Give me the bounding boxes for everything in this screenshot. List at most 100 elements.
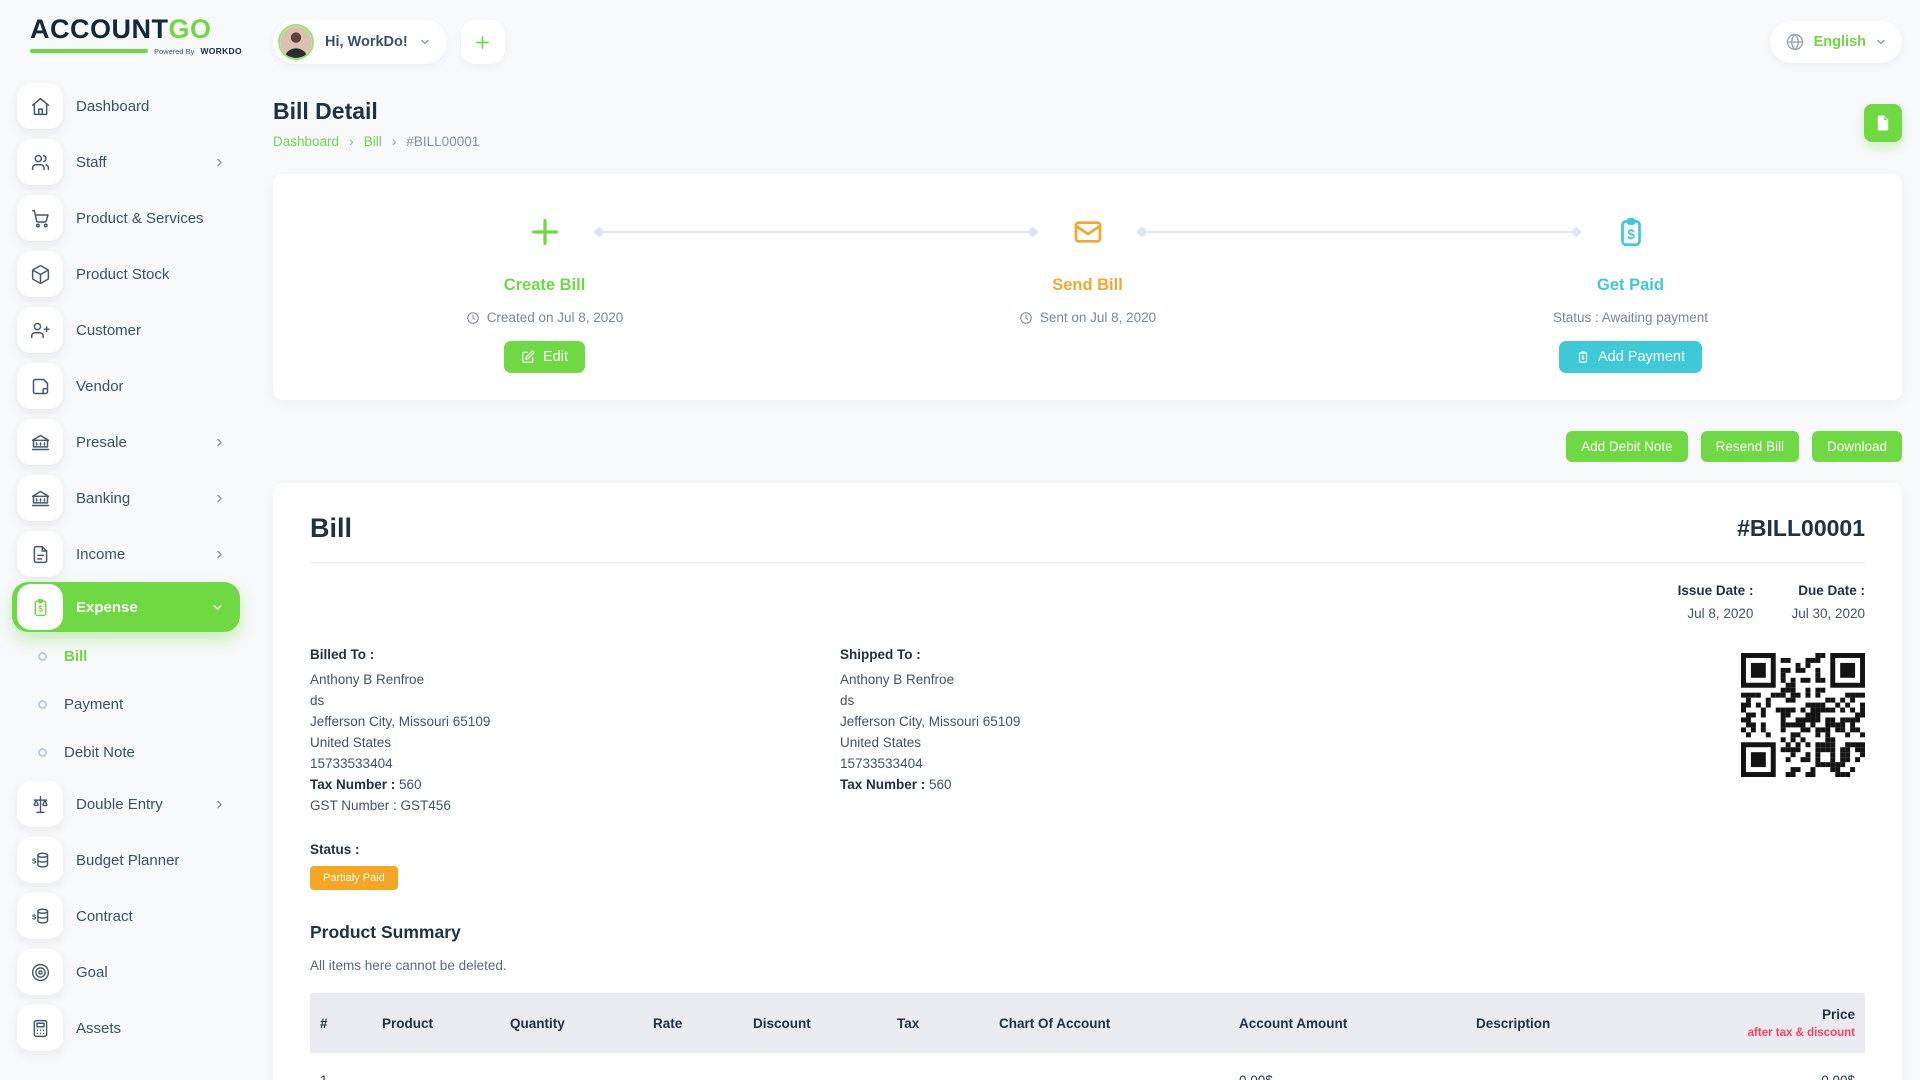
bullet-icon — [38, 652, 47, 661]
clipboard-dollar-icon: $ — [17, 584, 63, 630]
file-text-icon — [17, 531, 63, 577]
language-label: English — [1814, 34, 1866, 50]
step-create-bill: Create Bill Created on Jul 8, 2020 Edit — [273, 174, 816, 400]
language-selector[interactable]: English — [1770, 21, 1902, 63]
clock-icon — [1019, 311, 1033, 325]
status-badge: Partialy Paid — [310, 866, 398, 890]
col-account-amount: Account Amount — [1229, 993, 1466, 1053]
col-discount: Discount — [743, 993, 887, 1053]
shipped-to-block: Shipped To : Anthony B Renfroe ds Jeffer… — [840, 647, 1741, 816]
brand-underline — [30, 49, 148, 53]
due-date: Due Date : Jul 30, 2020 — [1791, 583, 1865, 621]
avatar — [278, 24, 314, 60]
sidebar-item-double-entry[interactable]: Double Entry — [0, 776, 250, 832]
table-header-row: # Product Quantity Rate Discount Tax Cha… — [310, 993, 1865, 1053]
billed-to-block: Billed To : Anthony B Renfroe ds Jeffers… — [310, 647, 840, 816]
sidebar-item-dashboard[interactable]: Dashboard — [0, 78, 250, 134]
globe-icon — [1785, 32, 1805, 52]
step-connector — [1142, 231, 1577, 233]
bill-card: Bill #BILL00001 Issue Date : Jul 8, 2020… — [273, 483, 1902, 1080]
sidebar-item-staff[interactable]: Staff — [0, 134, 250, 190]
sidebar-subitem-payment[interactable]: Payment — [0, 680, 250, 728]
sidebar-item-contract[interactable]: $ Contract — [0, 888, 250, 944]
sidebar-item-budget-planner[interactable]: $ Budget Planner — [0, 832, 250, 888]
clipboard-dollar-icon: $ — [1614, 208, 1648, 256]
bill-actions: Add Debit Note Resend Bill Download — [273, 431, 1902, 462]
breadcrumb-dashboard[interactable]: Dashboard — [273, 134, 339, 149]
note-icon — [17, 363, 63, 409]
svg-text:$: $ — [31, 856, 36, 865]
col-index: # — [310, 993, 372, 1053]
sidebar-item-presale[interactable]: Presale — [0, 414, 250, 470]
calculator-icon — [17, 1005, 63, 1051]
table-row: 1 - - - - - - 0.00$ - 0.00$ — [310, 1053, 1865, 1080]
download-button[interactable]: Download — [1812, 431, 1902, 462]
svg-text:$: $ — [1582, 356, 1585, 362]
chevron-right-icon — [213, 798, 226, 811]
bullet-icon — [38, 748, 47, 757]
product-table: # Product Quantity Rate Discount Tax Cha… — [310, 993, 1865, 1080]
cart-icon — [17, 195, 63, 241]
breadcrumb-bill[interactable]: Bill — [364, 134, 382, 149]
sidebar-item-expense[interactable]: $ Expense — [12, 582, 240, 632]
bank-icon — [17, 419, 63, 465]
quick-add-button[interactable] — [461, 20, 505, 64]
sidebar-subitem-bill[interactable]: Bill — [0, 632, 250, 680]
qr-code — [1741, 653, 1865, 777]
bill-heading: Bill — [310, 513, 352, 544]
step-info: Status : Awaiting payment — [1553, 310, 1708, 325]
resend-bill-button[interactable]: Resend Bill — [1701, 431, 1799, 462]
col-product: Product — [372, 993, 500, 1053]
app: ACCOUNTGO Powered By WORKDO Dashboard St… — [0, 0, 1920, 1080]
sidebar-subitem-debit-note[interactable]: Debit Note — [0, 728, 250, 776]
sidebar-item-product-services[interactable]: Product & Services — [0, 190, 250, 246]
sidebar-item-goal[interactable]: Goal — [0, 944, 250, 1000]
sidebar-menu: Dashboard Staff Product & Services Produ… — [0, 78, 250, 1056]
plus-icon — [528, 208, 562, 256]
step-info: Sent on Jul 8, 2020 — [1040, 310, 1156, 325]
sidebar-item-assets[interactable]: Assets — [0, 1000, 250, 1056]
user-plus-icon — [17, 307, 63, 353]
breadcrumb-separator: › — [349, 133, 354, 149]
edit-bill-button[interactable]: Edit — [504, 341, 585, 373]
svg-text:$: $ — [1627, 227, 1635, 242]
bill-number: #BILL00001 — [1737, 515, 1865, 542]
bullet-icon — [38, 700, 47, 709]
add-debit-note-button[interactable]: Add Debit Note — [1566, 431, 1688, 462]
chevron-right-icon — [213, 156, 226, 169]
clock-icon — [466, 311, 480, 325]
chevron-right-icon — [213, 492, 226, 505]
breadcrumb-current: #BILL00001 — [406, 134, 479, 149]
sidebar-item-vendor[interactable]: Vendor — [0, 358, 250, 414]
greeting-label: Hi, WorkDo! — [325, 34, 408, 50]
users-icon — [17, 139, 63, 185]
mail-icon — [1072, 208, 1104, 256]
col-quantity: Quantity — [500, 993, 643, 1053]
brand-logo[interactable]: ACCOUNTGO Powered By WORKDO — [0, 14, 250, 56]
sidebar-item-income[interactable]: Income — [0, 526, 250, 582]
price-note: after tax & discount — [1714, 1027, 1855, 1039]
main: Hi, WorkDo! English Bill Detail Dashboar… — [250, 0, 1920, 1080]
topbar: Hi, WorkDo! English — [273, 13, 1902, 71]
step-title: Create Bill — [504, 276, 586, 295]
sidebar-item-customer[interactable]: Customer — [0, 302, 250, 358]
col-price: Price after tax & discount — [1704, 993, 1865, 1053]
sidebar-item-banking[interactable]: Banking — [0, 470, 250, 526]
chevron-down-icon — [419, 36, 431, 48]
user-menu[interactable]: Hi, WorkDo! — [273, 20, 447, 64]
product-summary-title: Product Summary — [310, 922, 1865, 943]
col-rate: Rate — [643, 993, 743, 1053]
sidebar: ACCOUNTGO Powered By WORKDO Dashboard St… — [0, 0, 250, 1080]
file-icon — [1874, 114, 1892, 132]
sidebar-item-product-stock[interactable]: Product Stock — [0, 246, 250, 302]
divider — [310, 562, 1865, 563]
add-payment-button[interactable]: $ Add Payment — [1559, 341, 1702, 373]
issue-date: Issue Date : Jul 8, 2020 — [1678, 583, 1754, 621]
col-chart-of-account: Chart Of Account — [989, 993, 1229, 1053]
page-title: Bill Detail — [273, 98, 479, 125]
brand-name: ACCOUNTGO — [30, 14, 250, 44]
breadcrumb: Dashboard › Bill › #BILL00001 — [273, 133, 479, 149]
breadcrumb-separator: › — [392, 133, 397, 149]
preview-document-button[interactable] — [1864, 104, 1902, 142]
bill-dates: Issue Date : Jul 8, 2020 Due Date : Jul … — [310, 583, 1865, 621]
